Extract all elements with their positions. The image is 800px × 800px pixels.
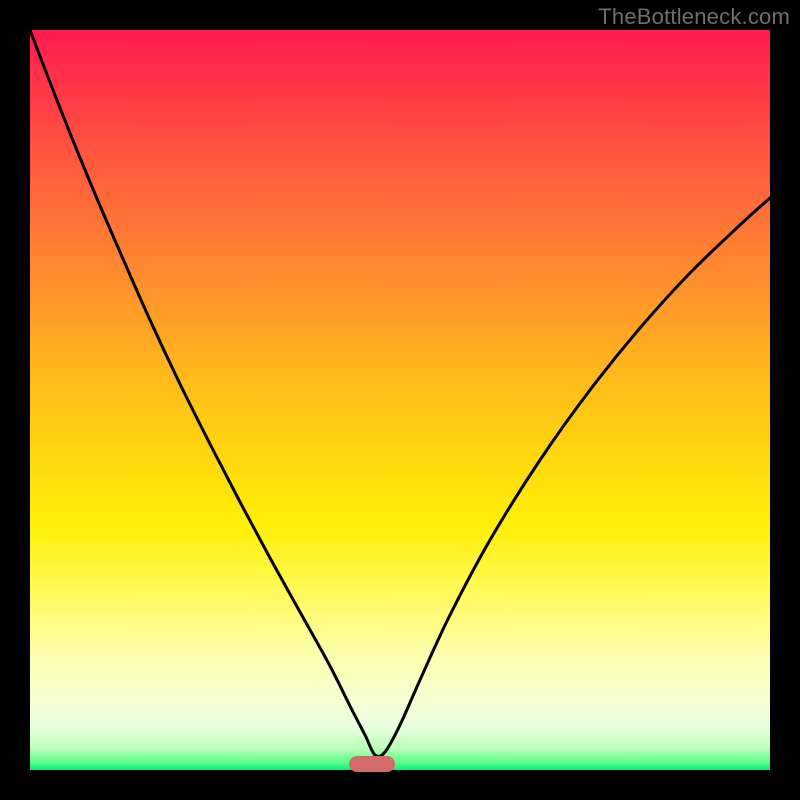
chart-frame: TheBottleneck.com bbox=[0, 0, 800, 800]
curve-path bbox=[30, 30, 770, 757]
optimal-marker bbox=[349, 756, 395, 772]
plot-area bbox=[30, 30, 770, 770]
bottleneck-curve bbox=[30, 30, 770, 770]
watermark-text: TheBottleneck.com bbox=[598, 4, 790, 30]
